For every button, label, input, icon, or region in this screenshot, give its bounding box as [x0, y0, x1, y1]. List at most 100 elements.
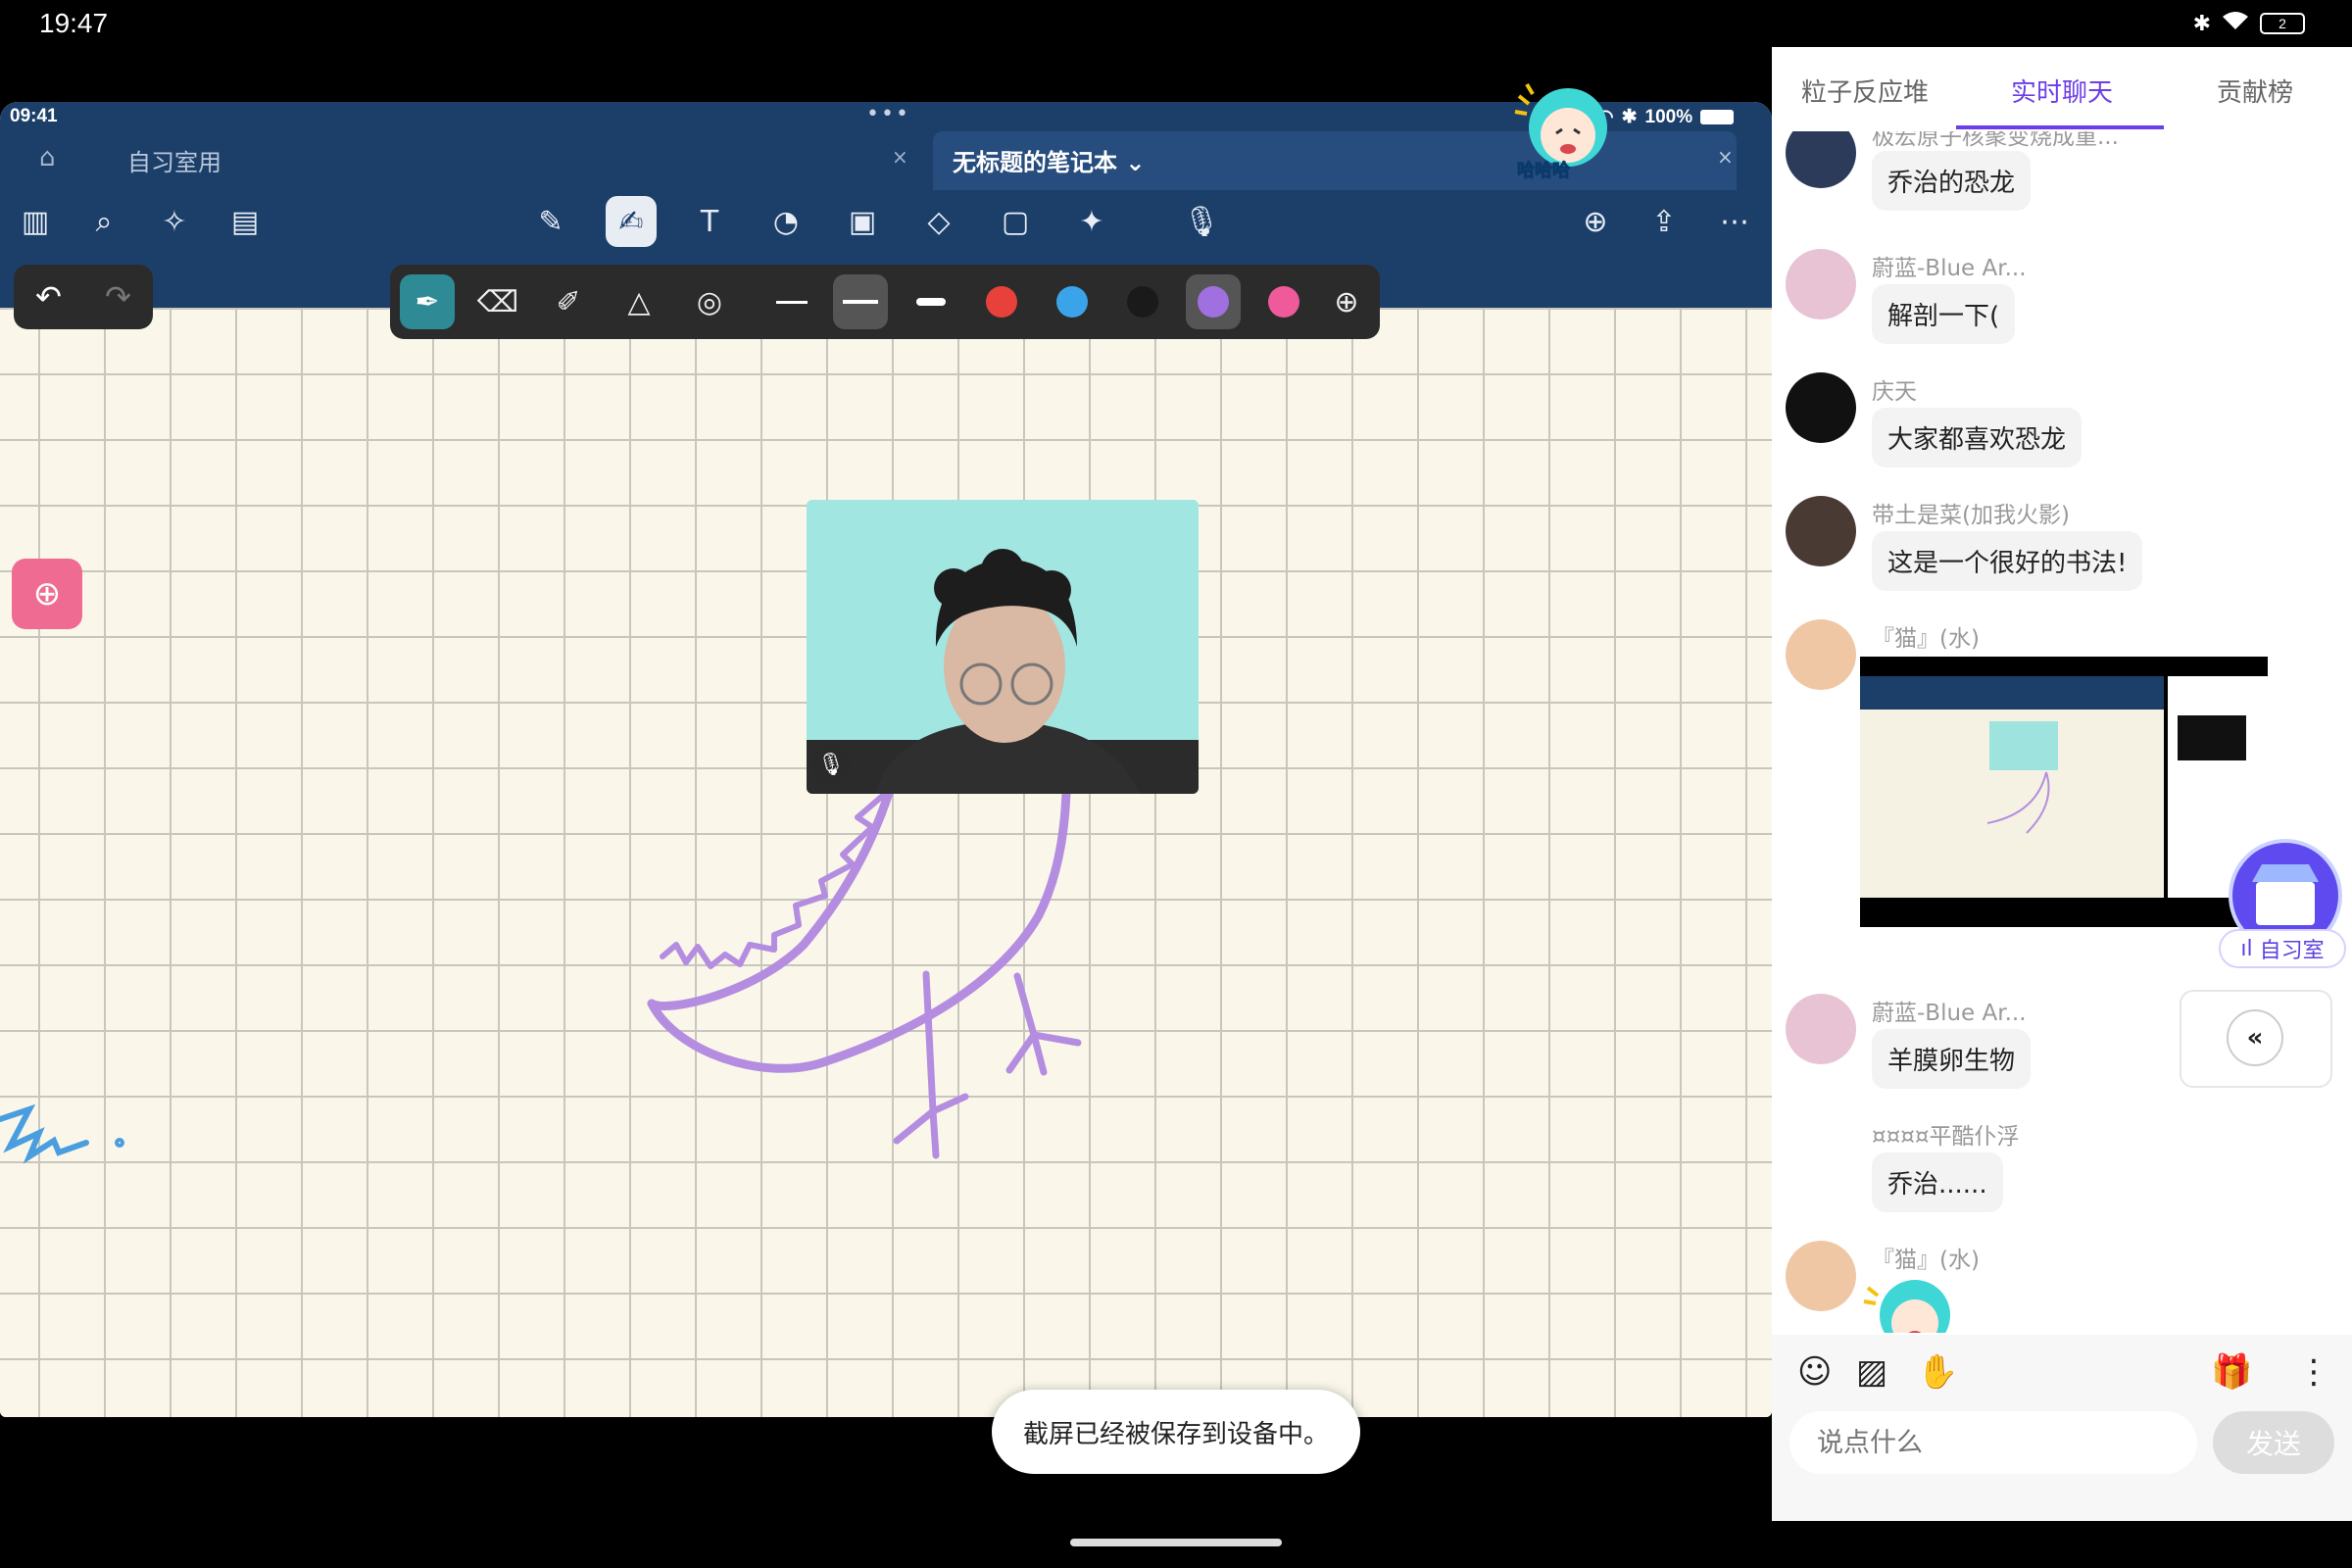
emoji-icon[interactable]: ☺	[1797, 1352, 1832, 1392]
bar-chart-icon: ıl	[2240, 936, 2253, 961]
message-username[interactable]: 『猫』(水)	[1872, 1241, 1980, 1274]
undo-redo-group: ↶ ↷	[14, 265, 153, 329]
drawing-canvas[interactable]	[0, 308, 1772, 1417]
active-tab-indicator	[1956, 125, 2164, 129]
message-username[interactable]: 蔚蓝-Blue Ar...	[1872, 249, 2027, 282]
zoom-icon[interactable]: ⊕	[12, 559, 82, 629]
message-bubble: 乔治......	[1872, 1152, 2003, 1212]
lasso-icon[interactable]: ✎	[525, 196, 576, 247]
send-button[interactable]: 发送	[2213, 1411, 2334, 1474]
laser-pointer-icon[interactable]: ✦	[1066, 196, 1117, 247]
avatar[interactable]	[1786, 619, 1856, 690]
microphone-icon[interactable]: 🎙	[811, 745, 851, 784]
notes-app: 09:41 ••• ◠ ✱ 100% ⌂ 自习室用 × 无标题的笔记本 ⌄ × …	[0, 102, 1772, 1417]
more-vertical-icon[interactable]: ⋮	[2297, 1352, 2330, 1392]
sticker-icon[interactable]: ◔	[760, 196, 811, 247]
inner-battery-icon	[1700, 110, 1735, 124]
share-icon[interactable]: ⇪	[1639, 196, 1690, 247]
presenter-video[interactable]	[807, 500, 1199, 794]
ai-sparkle-icon[interactable]: ✧	[149, 196, 200, 247]
inner-battery-percent: 100%	[1644, 106, 1693, 127]
audio-record-icon[interactable]: 🎙	[1162, 196, 1241, 247]
avatar[interactable]	[1786, 1117, 1856, 1188]
avatar[interactable]	[1786, 131, 1856, 188]
chat-input[interactable]	[1789, 1411, 2197, 1474]
tab-untitled-notebook-title: 无标题的笔记本	[953, 149, 1117, 176]
redo-icon[interactable]: ↷	[105, 278, 131, 316]
pen-tool-icon[interactable]: ✍	[606, 196, 657, 247]
shape-pen-icon[interactable]: △	[612, 274, 666, 329]
avatar[interactable]	[1786, 1241, 1856, 1311]
inner-status-icons: ◠ ✱ 100%	[1597, 106, 1735, 128]
color-purple-swatch[interactable]	[1186, 274, 1241, 329]
message-username[interactable]: 庆天	[1872, 372, 1917, 406]
outline-icon[interactable]: ▤	[220, 196, 270, 247]
gift-icon[interactable]: 🎁	[2211, 1352, 2252, 1392]
fountain-pen-icon[interactable]: ✒	[400, 274, 455, 329]
avatar[interactable]	[1786, 249, 1856, 319]
message-username[interactable]: ¤¤¤¤平酷仆浮	[1872, 1117, 2020, 1151]
pen-options-bar: ✒ ⌫ ✐ △ ◎ ⊕	[390, 265, 1380, 339]
tab-study-room[interactable]: 自习室用	[127, 143, 221, 177]
message-username[interactable]: 蔚蓝-Blue Ar...	[1872, 994, 2027, 1027]
tab-study-room-close-icon[interactable]: ×	[892, 145, 908, 169]
image-upload-icon[interactable]: ▨	[1856, 1352, 1887, 1392]
message-bubble: 大家都喜欢恐龙	[1872, 408, 2082, 467]
note-icon[interactable]: ▢	[990, 196, 1041, 247]
chat-tool-row: ☺ ▨ ✋ 🎁 ⋮	[1772, 1335, 2352, 1413]
tab-live-chat[interactable]: 实时聊天	[2011, 73, 2113, 109]
avatar[interactable]	[1786, 994, 1856, 1064]
text-box-icon[interactable]: T	[684, 196, 735, 247]
chat-message-list[interactable]: 极宏原子核聚变烧成重... 乔治的恐龙 蔚蓝-Blue Ar... 解剖一下( …	[1772, 131, 2352, 1333]
message-username[interactable]: 极宏原子核聚变烧成重...	[1872, 131, 2119, 151]
message-username[interactable]: 『猫』(水)	[1872, 619, 1980, 653]
shapes-icon[interactable]: ◇	[913, 196, 964, 247]
message-bubble: 这是一个很好的书法!	[1872, 531, 2143, 591]
avatar[interactable]	[1786, 372, 1856, 443]
highlighter-icon[interactable]: ✐	[541, 274, 596, 329]
color-blue-swatch[interactable]	[1045, 274, 1100, 329]
tab-particle-reactor[interactable]: 粒子反应堆	[1801, 73, 1929, 109]
message-username[interactable]: 带土是菜(加我火影)	[1872, 496, 2070, 529]
add-color-icon[interactable]: ⊕	[1319, 274, 1374, 329]
raise-hand-icon[interactable]: ✋	[1917, 1352, 1958, 1392]
tab-leaderboard[interactable]: 贡献榜	[2217, 73, 2293, 109]
more-icon[interactable]: ⋯	[1709, 196, 1760, 247]
screenshot-thumbnail-image[interactable]	[1860, 657, 2268, 927]
message-bubble: 羊膜卵生物	[1872, 1029, 2032, 1089]
color-pink-swatch[interactable]	[1256, 274, 1311, 329]
message-bubble: 解剖一下(	[1872, 284, 2016, 344]
laser-pen-icon[interactable]: ◎	[682, 274, 737, 329]
presenter-person-image	[807, 500, 1199, 794]
tab-untitled-notebook-close-icon[interactable]: ×	[1717, 145, 1734, 169]
color-red-swatch[interactable]	[974, 274, 1029, 329]
stroke-medium-option[interactable]	[833, 274, 888, 329]
study-room-label-text: 自习室	[2259, 939, 2325, 963]
bluetooth-icon: ✱	[2192, 11, 2211, 35]
chevron-down-icon[interactable]: ⌄	[1125, 149, 1145, 176]
stroke-thin-option[interactable]	[764, 274, 819, 329]
collapse-chevron-icon[interactable]: «	[2227, 1009, 2283, 1066]
eraser-icon[interactable]: ⌫	[470, 274, 525, 329]
anime-sticker-message-image[interactable]	[1860, 1270, 1958, 1333]
sidebar-toggle-icon[interactable]: ▥	[10, 196, 61, 247]
live-chat-panel: 粒子反应堆 实时聊天 贡献榜 极宏原子核聚变烧成重... 乔治的恐龙 蔚蓝-Bl…	[1772, 47, 2352, 1521]
avatar[interactable]	[1786, 496, 1856, 566]
undo-icon[interactable]: ↶	[35, 278, 62, 316]
battery-icon: 2	[2260, 13, 2305, 34]
blue-scribble	[0, 1103, 124, 1164]
study-room-label[interactable]: ıl 自习室	[2219, 929, 2346, 968]
color-black-swatch[interactable]	[1115, 274, 1170, 329]
add-page-icon[interactable]: ⊕	[1570, 196, 1621, 247]
search-icon[interactable]: ⌕	[78, 196, 129, 247]
multitask-dots-icon[interactable]: •••	[866, 102, 910, 126]
inner-status-time: 09:41	[10, 106, 58, 126]
stroke-thick-option[interactable]	[904, 274, 958, 329]
home-indicator[interactable]	[1070, 1539, 1282, 1546]
image-icon[interactable]: ▣	[837, 196, 888, 247]
screenshot-saved-toast: 截屏已经被保存到设备中。	[992, 1390, 1360, 1474]
message-bubble: 乔治的恐龙	[1872, 151, 2032, 211]
screen: 19:47 ✱ 2 09:41 ••• ◠ ✱ 100% ⌂ 自习室用 × 无标…	[0, 0, 2352, 1568]
sticker-caption: 哈哈哈	[1517, 161, 1571, 182]
home-tab-icon[interactable]: ⌂	[39, 143, 56, 172]
